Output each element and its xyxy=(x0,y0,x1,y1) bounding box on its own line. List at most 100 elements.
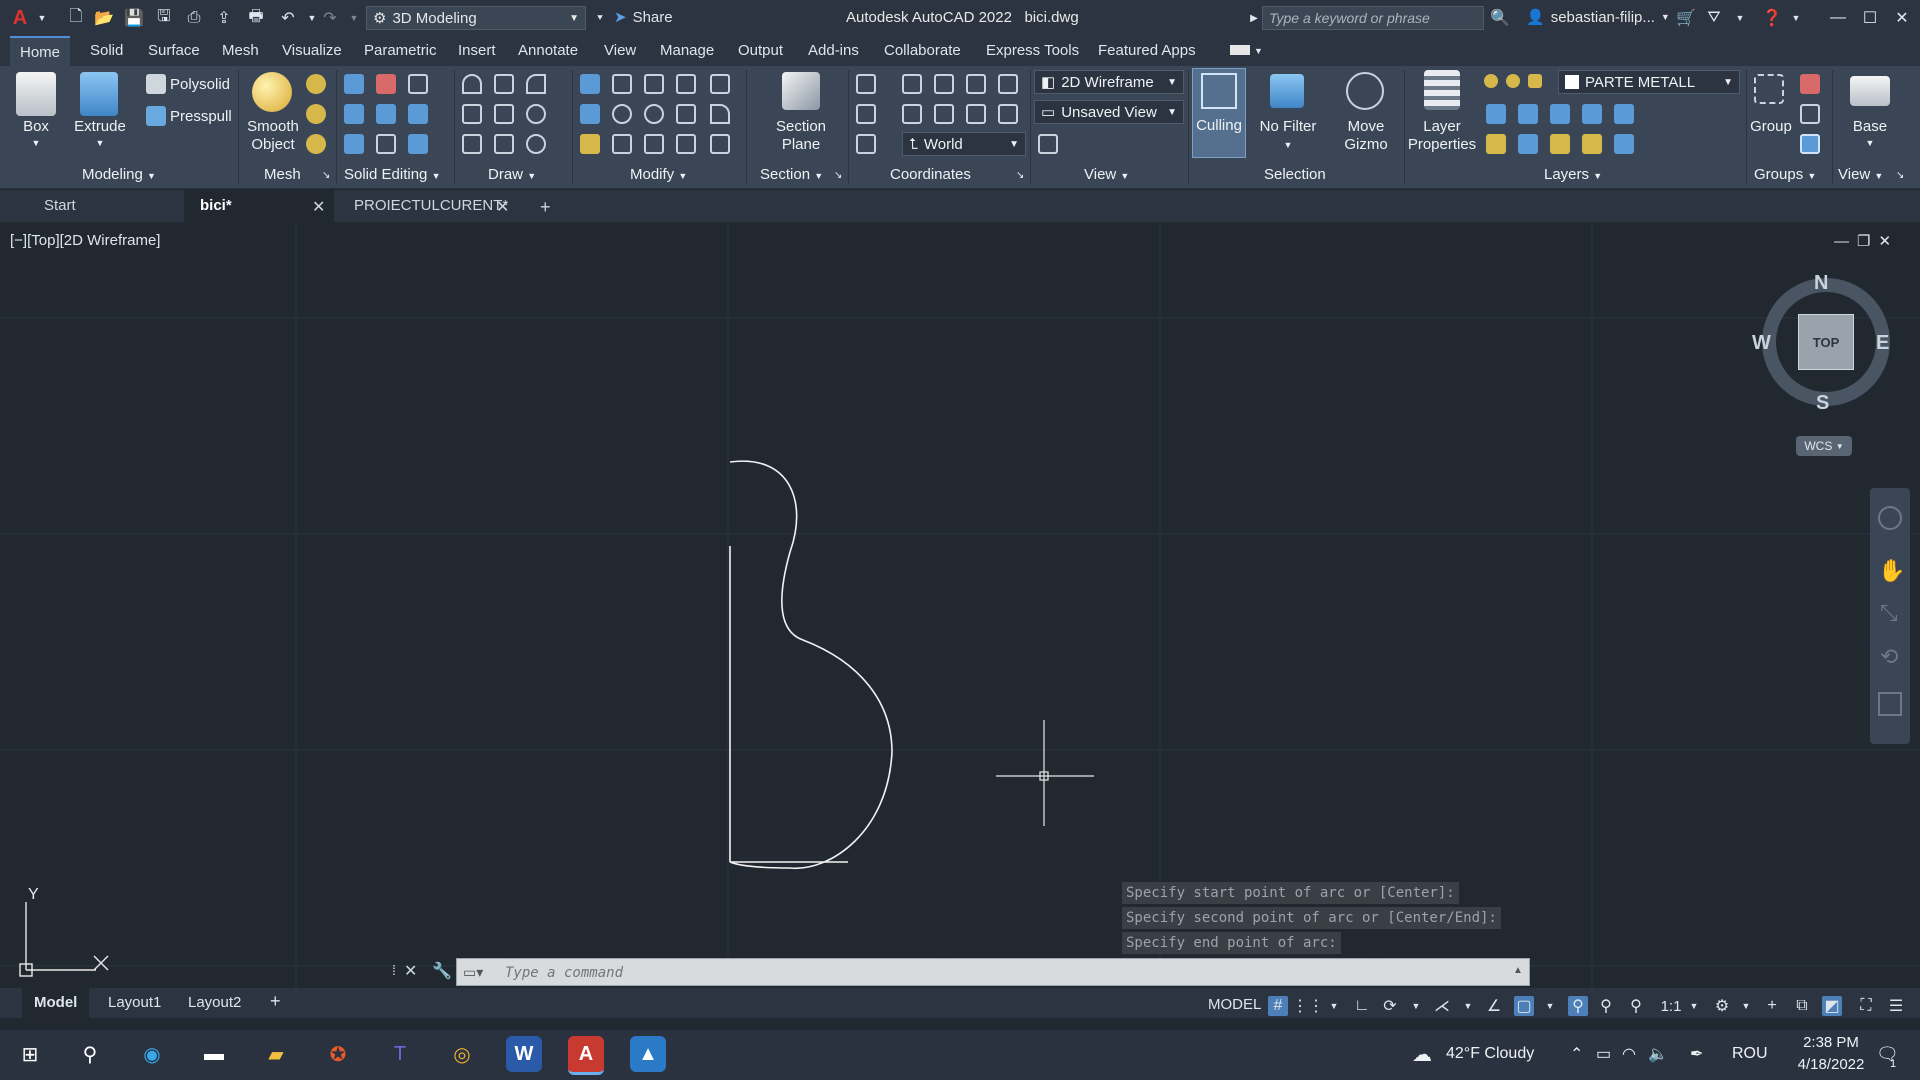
isodraft-icon[interactable]: ⋌ xyxy=(1432,996,1452,1016)
arc-profile[interactable] xyxy=(729,460,893,869)
battery-icon[interactable]: ▭ xyxy=(1596,1044,1611,1064)
panel-groups[interactable]: Groups ▼ xyxy=(1754,166,1816,183)
command-input[interactable] xyxy=(503,962,1467,984)
move-icon[interactable] xyxy=(644,74,664,94)
group-icon[interactable] xyxy=(1754,74,1784,104)
open-web-icon[interactable]: ⎙ xyxy=(184,8,204,28)
tab-solid[interactable]: Solid xyxy=(90,42,123,59)
tab-featured-apps[interactable]: Featured Apps xyxy=(1098,42,1196,59)
group-button[interactable]: Group xyxy=(1746,118,1796,136)
chevron-down-icon[interactable]: ▼ xyxy=(1730,8,1750,28)
share-button[interactable]: ➤ Share xyxy=(614,8,673,27)
mesh-box-icon[interactable] xyxy=(306,74,326,94)
chevron-down-icon[interactable]: ▼ xyxy=(1540,996,1560,1016)
tab-insert[interactable]: Insert xyxy=(458,42,496,59)
chevron-up-icon[interactable]: ⌃ xyxy=(1570,1044,1583,1064)
panel-draw[interactable]: Draw ▼ xyxy=(488,166,536,183)
isolate-objects-icon[interactable]: ⧉ xyxy=(1792,996,1812,1016)
app-menu-chevron-icon[interactable]: ▼ xyxy=(32,8,52,28)
new-tab-plus-icon[interactable]: + xyxy=(540,197,551,218)
base-view-icon[interactable] xyxy=(1850,76,1890,106)
presspull-icon[interactable] xyxy=(146,106,166,126)
compass-north[interactable]: N xyxy=(1814,272,1828,295)
ellipse-icon[interactable] xyxy=(526,134,546,154)
clock-time[interactable]: 2:38 PM xyxy=(1786,1034,1876,1051)
layer-tool-icon[interactable] xyxy=(1550,134,1570,154)
autodesk-app-store-icon[interactable]: ⛛ xyxy=(1704,8,1724,28)
ucs-origin-icon[interactable] xyxy=(856,104,876,124)
group-selection-toggle-icon[interactable] xyxy=(1800,134,1820,154)
mesh-smooth-more-icon[interactable] xyxy=(306,134,326,154)
word-icon[interactable]: W xyxy=(506,1036,542,1072)
doc-tab-start[interactable]: Start xyxy=(28,190,184,222)
polysolid-icon[interactable] xyxy=(146,74,166,94)
helix-icon[interactable] xyxy=(494,74,514,94)
workspace-gear-icon[interactable]: ⚙ xyxy=(1712,996,1732,1016)
annotation-scale-value[interactable]: 1:1 xyxy=(1656,996,1686,1016)
search-icon[interactable]: 🔍 xyxy=(1490,8,1510,28)
spline-icon[interactable] xyxy=(462,104,482,124)
chevron-down-icon[interactable]: ▼ xyxy=(28,134,44,152)
terminal-icon[interactable]: ▬ xyxy=(196,1036,232,1072)
pen-icon[interactable]: ✒ xyxy=(1690,1044,1703,1064)
clock-date[interactable]: 4/18/2022 xyxy=(1786,1056,1876,1073)
showmotion-icon[interactable] xyxy=(1878,692,1902,716)
array-icon[interactable] xyxy=(710,134,730,154)
circle-icon[interactable] xyxy=(526,104,546,124)
chevron-down-icon[interactable]: ▼ xyxy=(1406,996,1426,1016)
3d-mirror-icon[interactable] xyxy=(612,104,632,124)
tab-express-tools[interactable]: Express Tools xyxy=(986,42,1079,59)
3d-rotate-icon[interactable] xyxy=(612,74,632,94)
layer-tool-icon[interactable] xyxy=(1486,104,1506,124)
layer-tool-icon[interactable] xyxy=(1582,104,1602,124)
separate-icon[interactable] xyxy=(408,104,428,124)
thicken-icon[interactable] xyxy=(376,134,396,154)
smooth-object-icon[interactable] xyxy=(252,72,292,112)
snap-mode-icon[interactable]: ⋮⋮ xyxy=(1292,996,1324,1016)
wcs-menu[interactable]: WCS ▼ xyxy=(1796,436,1852,456)
layer-tool-icon[interactable] xyxy=(1614,134,1634,154)
autocad-app-icon[interactable]: A xyxy=(10,7,30,29)
chevron-down-icon[interactable]: ▼ xyxy=(1254,46,1263,56)
layer-thaw-sun-icon[interactable] xyxy=(1506,74,1520,88)
union-icon[interactable] xyxy=(344,74,364,94)
layer-tool-icon[interactable] xyxy=(1614,104,1634,124)
redo-dropdown-icon[interactable]: ▼ xyxy=(344,8,364,28)
slice-icon[interactable] xyxy=(408,74,428,94)
move-gizmo-icon[interactable] xyxy=(1346,72,1384,110)
extract-edges-icon[interactable] xyxy=(344,104,364,124)
drawing-geometry[interactable] xyxy=(729,460,893,869)
save-icon[interactable]: 💾 xyxy=(124,8,144,28)
offset-icon[interactable] xyxy=(644,134,664,154)
ribbon-minimize-toggle-icon[interactable] xyxy=(1230,45,1250,55)
weather-text[interactable]: 42°F Cloudy xyxy=(1446,1045,1534,1063)
wrench-icon[interactable]: 🔧 xyxy=(432,961,452,981)
ucs-x-icon[interactable] xyxy=(902,104,922,124)
minimize-icon[interactable]: — xyxy=(1834,233,1857,250)
layer-tool-icon[interactable] xyxy=(1518,104,1538,124)
dialog-launcher-icon[interactable]: ↘ xyxy=(1896,170,1904,181)
rectangle-icon[interactable] xyxy=(494,134,514,154)
compass-east[interactable]: E xyxy=(1876,332,1889,355)
box-icon[interactable] xyxy=(16,72,56,116)
wifi-icon[interactable]: ◠ xyxy=(1622,1044,1636,1064)
dialog-launcher-icon[interactable]: ↘ xyxy=(322,170,330,181)
ucs-y-icon[interactable] xyxy=(934,104,954,124)
search-input[interactable]: Type a keyword or phrase xyxy=(1262,6,1484,30)
search-icon[interactable]: ⚲ xyxy=(72,1036,108,1072)
annotation-visibility-icon[interactable]: ⚲ xyxy=(1568,996,1588,1016)
subtract-icon[interactable] xyxy=(376,74,396,94)
dialog-launcher-icon[interactable]: ↘ xyxy=(834,170,842,181)
tab-parametric[interactable]: Parametric xyxy=(364,42,437,59)
command-line-grip-icon[interactable]: ⁞ xyxy=(392,962,396,978)
close-icon[interactable]: ✕ xyxy=(404,961,417,981)
drawing-area[interactable] xyxy=(0,222,1920,988)
tab-home[interactable]: Home xyxy=(10,36,71,66)
tab-annotate[interactable]: Annotate xyxy=(518,42,578,59)
layout-tab-layout1[interactable]: Layout1 xyxy=(108,994,161,1011)
close-icon[interactable]: ✕ xyxy=(1878,233,1899,250)
close-icon[interactable]: ✕ xyxy=(1882,4,1920,32)
user-account[interactable]: 👤 sebastian-filip... ▼ xyxy=(1526,8,1670,27)
command-prompt-icon[interactable]: ▭▾ xyxy=(463,964,483,981)
annotation-monitor-plus-icon[interactable]: + xyxy=(1762,996,1782,1016)
